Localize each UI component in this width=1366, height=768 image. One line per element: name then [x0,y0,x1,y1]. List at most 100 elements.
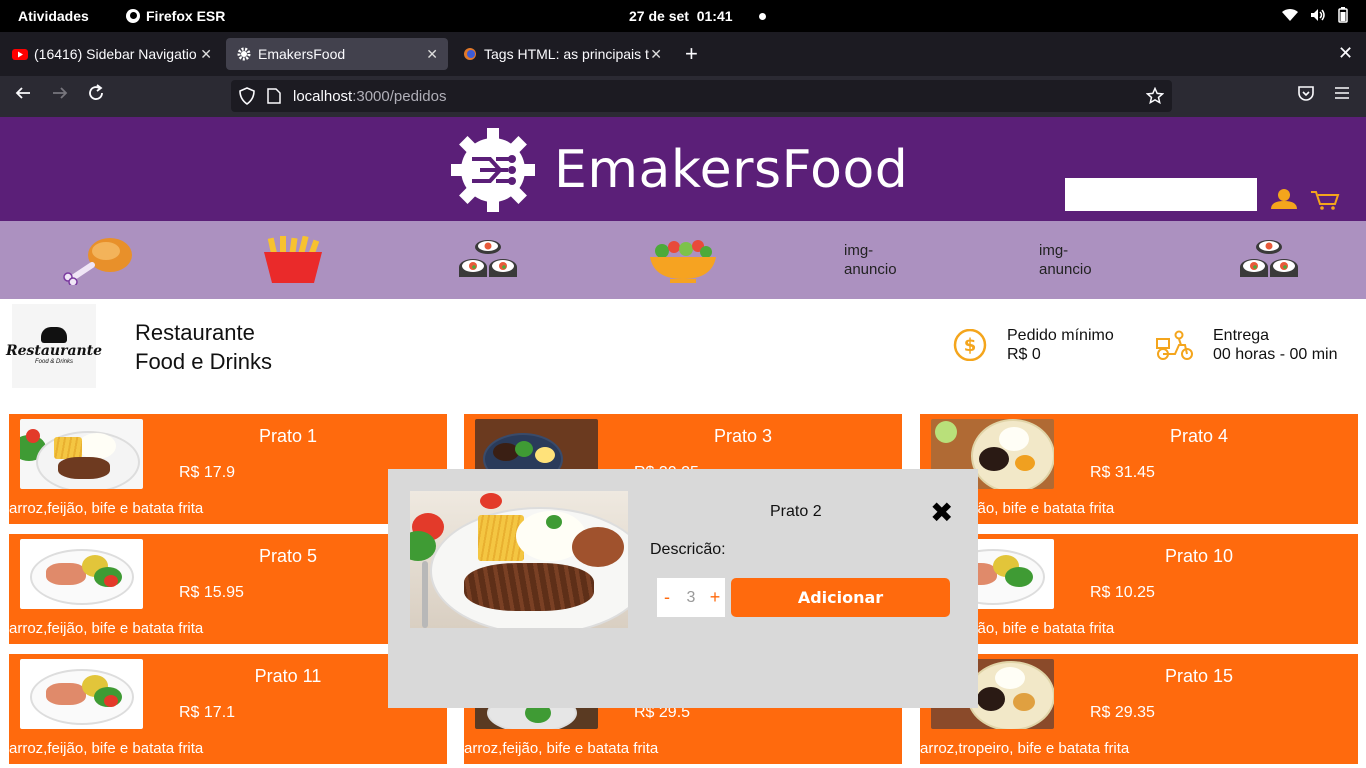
product-card[interactable]: Prato 15 R$ 29.35 arroz,tropeiro, bife e… [920,654,1358,764]
clock-time: 01:41 [696,8,733,24]
tab-close-icon[interactable]: ✕ [200,46,212,63]
product-name: Prato 10 [1164,546,1234,566]
firefox-icon [126,9,140,23]
url-bar[interactable]: localhost:3000/pedidos [231,80,1172,112]
product-description: arroz,tropeiro, bife e batata frita [920,740,1130,757]
restaurant-name-line2: Food e Drinks [135,349,272,374]
product-modal: Prato 2 ✖ Descricão: - 3 + Adicionar [388,469,978,708]
back-button[interactable] [14,84,32,107]
modal-title: Prato 2 [770,503,822,520]
app-menu[interactable]: Firefox ESR [126,8,225,24]
dollar-coin-icon: $ [953,329,987,361]
product-name: Prato 4 [1169,426,1229,446]
category-item-anuncio[interactable]: img-anuncio [1039,221,1099,299]
search-input[interactable] [1065,178,1257,211]
cart-icon[interactable] [1310,190,1340,210]
decrement-button[interactable]: - [660,587,674,608]
restaurant-name: Restaurante Food e Drinks [135,318,272,376]
restaurant-name-line1: Restaurante [135,320,255,345]
clock[interactable]: 27 de set 01:41 [629,8,733,24]
tab-emakersfood[interactable]: EmakersFood ✕ [226,38,448,70]
category-label: img-anuncio [844,242,897,278]
category-item[interactable] [262,221,324,299]
close-icon[interactable]: ✖ [930,499,953,527]
product-price: R$ 17.9 [179,464,236,481]
bookmark-star-icon[interactable] [1146,87,1164,105]
min-order-info: $ Pedido mínimo R$ 0 [951,326,1114,364]
new-tab-button[interactable]: + [685,40,698,68]
product-description: arroz,feijão, bife e batata frita [9,500,204,517]
window-close-button[interactable]: ✕ [1338,43,1353,64]
battery-icon [1338,7,1348,23]
reload-icon [89,84,103,100]
tab-label: Tags HTML: as principais t [484,46,649,62]
category-item-anuncio[interactable]: img-anuncio [844,221,904,299]
tab-bar: (16416) Sidebar Navigatio ✕ EmakersFood … [0,32,1366,76]
product-description: arroz,feijão, bife e batata frita [9,740,204,757]
url-path: :3000/pedidos [352,87,447,105]
min-order-value: R$ 0 [1007,346,1041,363]
increment-button[interactable]: + [708,587,722,608]
forward-button[interactable] [51,84,69,107]
product-card[interactable]: Prato 10 R$ 10.25 arroz,feijão, bife e b… [920,534,1358,644]
url-text: localhost:3000/pedidos [293,88,446,105]
pocket-button[interactable] [1297,84,1315,107]
brand-name: EmakersFood [554,140,909,200]
category-item[interactable] [1239,221,1299,299]
system-status-area[interactable] [1282,7,1348,23]
product-name: Prato 3 [713,426,773,446]
quantity-stepper: - 3 + [657,578,725,617]
arrow-right-icon [53,87,68,99]
notification-dot-icon [759,13,766,20]
user-icon[interactable] [1270,189,1298,209]
product-card[interactable]: Prato 11 R$ 17.1 arroz,feijão, bife e ba… [9,654,447,764]
tab-tags-html[interactable]: Tags HTML: as principais t ✕ [452,38,672,70]
product-price: R$ 29.35 [1090,704,1155,721]
reload-button[interactable] [87,84,105,107]
modal-description-label: Descricão: [650,541,726,558]
add-to-cart-button[interactable]: Adicionar [731,578,950,617]
fries-icon [264,236,322,283]
chef-hat-icon [41,327,67,343]
tab-youtube[interactable]: (16416) Sidebar Navigatio ✕ [2,38,222,70]
site-header: EmakersFood [0,117,1366,221]
logo-sub: Food & Drinks [34,359,73,365]
tab-label: (16416) Sidebar Navigatio [34,46,197,62]
arrow-left-icon [15,87,30,99]
product-card[interactable]: Prato 5 R$ 15.95 arroz,feijão, bife e ba… [9,534,447,644]
category-item[interactable] [62,221,134,299]
tab-close-icon[interactable]: ✕ [650,46,662,63]
delivery-value: 00 horas - 00 min [1213,346,1338,363]
url-host: localhost [293,87,353,105]
chicken-leg-icon [63,238,132,285]
modal-product-image [410,491,628,628]
tab-close-icon[interactable]: ✕ [426,46,438,63]
system-top-bar: Atividades Firefox ESR 27 de set 01:41 [0,0,1366,32]
product-description: arroz,feijão, bife e batata frita [464,740,659,757]
product-card[interactable]: Prato 4 R$ 31.45 arroz,feijão, bife e ba… [920,414,1358,524]
clock-date: 27 de set [629,8,689,24]
delivery-scooter-icon [1156,330,1193,360]
menu-button[interactable] [1333,84,1351,107]
category-item[interactable] [458,221,518,299]
category-item[interactable] [648,221,718,299]
sushi-icon [459,240,517,277]
gear-icon [237,47,251,61]
min-order-label: Pedido mínimo [1007,327,1114,344]
gear-circuit-logo-icon [451,128,535,212]
product-image [20,419,143,489]
salad-bowl-icon [650,240,716,283]
product-card[interactable]: Prato 1 R$ 17.9 arroz,feijão, bife e bat… [9,414,447,524]
restaurant-logo: Restaurante Food & Drinks [6,304,102,388]
activities-button[interactable]: Atividades [18,8,89,24]
wifi-icon [1282,8,1298,21]
product-price: R$ 17.1 [179,704,236,721]
quantity-value[interactable]: 3 [687,589,696,607]
shield-icon [239,87,255,105]
page-icon [267,88,281,104]
brand[interactable]: EmakersFood [450,127,908,213]
delivery-info: Entrega 00 horas - 00 min [1155,326,1338,364]
volume-icon [1311,9,1325,21]
sushi-icon [1240,240,1298,277]
product-name: Prato 15 [1164,666,1234,686]
